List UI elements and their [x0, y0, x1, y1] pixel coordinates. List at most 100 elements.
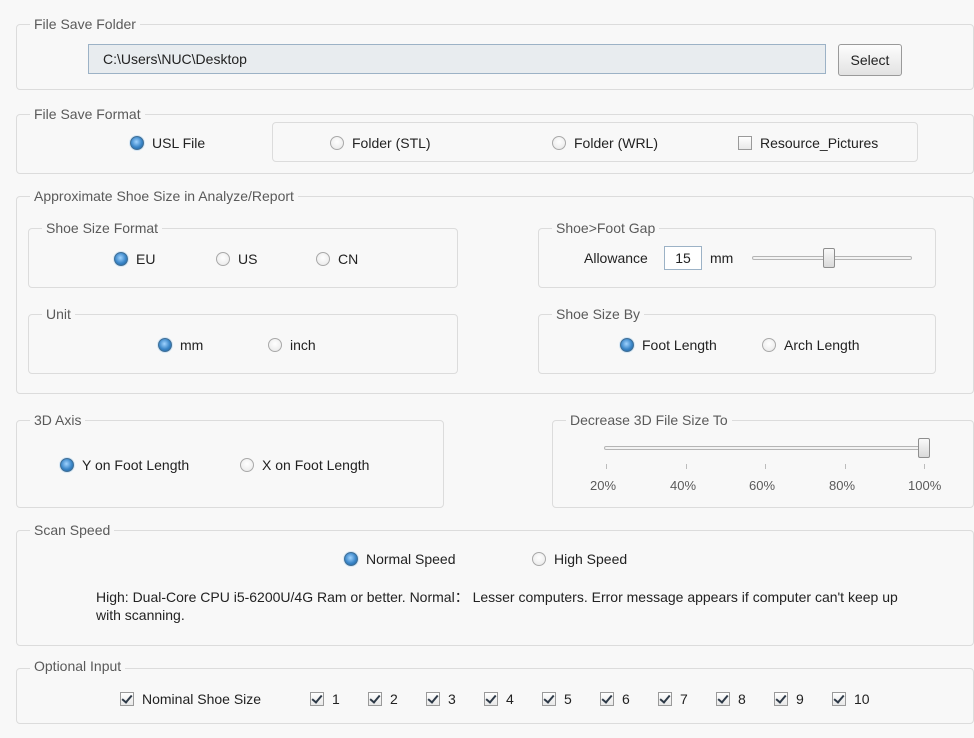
- unit-mm-label: mm: [180, 337, 204, 353]
- speed-high-label: High Speed: [554, 551, 628, 567]
- radio-unselected-icon: [552, 136, 566, 150]
- axis-y-radio[interactable]: Y on Foot Length: [60, 456, 189, 474]
- size-by-foot-length-label: Foot Length: [642, 337, 717, 353]
- size-4-checkbox[interactable]: 4: [484, 690, 514, 708]
- axis-y-label: Y on Foot Length: [82, 457, 190, 473]
- unit-legend: Unit: [42, 306, 75, 322]
- checkbox-checked-icon: [426, 692, 440, 706]
- speed-normal-radio[interactable]: Normal Speed: [344, 550, 456, 568]
- file-size-slider-track[interactable]: [604, 446, 930, 450]
- size-7-checkbox[interactable]: 7: [658, 690, 688, 708]
- file-size-slider-thumb[interactable]: [918, 438, 930, 458]
- file-save-folder-legend: File Save Folder: [30, 16, 140, 32]
- checkbox-checked-icon: [832, 692, 846, 706]
- format-usl-label: USL File: [152, 135, 206, 151]
- radio-unselected-icon: [532, 552, 546, 566]
- size-9-checkbox[interactable]: 9: [774, 690, 804, 708]
- select-folder-button[interactable]: Select: [838, 44, 902, 76]
- slider-tick-label: 40%: [670, 478, 697, 493]
- checkbox-checked-icon: [774, 692, 788, 706]
- size-3-checkbox[interactable]: 3: [426, 690, 456, 708]
- size-format-us-radio[interactable]: US: [216, 250, 257, 268]
- checkbox-checked-icon: [600, 692, 614, 706]
- checkbox-checked-icon: [542, 692, 556, 706]
- size-1-checkbox[interactable]: 1: [310, 690, 340, 708]
- radio-unselected-icon: [268, 338, 282, 352]
- size-10-checkbox[interactable]: 10: [832, 690, 870, 708]
- resource-pictures-checkbox[interactable]: Resource_Pictures: [738, 134, 878, 152]
- optional-input-label: 2: [390, 691, 398, 707]
- folder-path-field[interactable]: C:\Users\NUC\Desktop: [88, 44, 826, 74]
- size-8-checkbox[interactable]: 8: [716, 690, 746, 708]
- unit-inch-radio[interactable]: inch: [268, 336, 316, 354]
- format-stl-label: Folder (STL): [352, 135, 431, 151]
- file-save-format-legend: File Save Format: [30, 106, 145, 122]
- allowance-unit-label: mm: [710, 250, 734, 266]
- radio-unselected-icon: [216, 252, 230, 266]
- allowance-slider-thumb[interactable]: [823, 248, 835, 268]
- checkbox-checked-icon: [658, 692, 672, 706]
- checkbox-checked-icon: [484, 692, 498, 706]
- scan-speed-legend: Scan Speed: [30, 522, 115, 538]
- optional-input-label: 10: [854, 691, 870, 707]
- size-by-arch-length-radio[interactable]: Arch Length: [762, 336, 860, 354]
- radio-selected-icon: [60, 458, 74, 472]
- size-format-eu-radio[interactable]: EU: [114, 250, 155, 268]
- optional-input-label: 5: [564, 691, 572, 707]
- slider-tick-label: 60%: [749, 478, 776, 493]
- checkbox-checked-icon: [310, 692, 324, 706]
- slider-tick: [924, 464, 925, 469]
- format-wrl-radio[interactable]: Folder (WRL): [552, 134, 658, 152]
- axis-x-radio[interactable]: X on Foot Length: [240, 456, 369, 474]
- radio-unselected-icon: [316, 252, 330, 266]
- decrease-size-group: [552, 420, 974, 508]
- format-stl-radio[interactable]: Folder (STL): [330, 134, 431, 152]
- radio-selected-icon: [130, 136, 144, 150]
- checkbox-checked-icon: [716, 692, 730, 706]
- radio-selected-icon: [158, 338, 172, 352]
- shoe-size-by-group: [538, 314, 936, 374]
- optional-input-label: 6: [622, 691, 630, 707]
- optional-input-legend: Optional Input: [30, 658, 126, 674]
- allowance-label: Allowance: [584, 250, 648, 266]
- format-usl-radio[interactable]: USL File: [130, 134, 205, 152]
- optional-input-label: 7: [680, 691, 688, 707]
- unit-group: [28, 314, 458, 374]
- optional-input-label: 4: [506, 691, 514, 707]
- radio-selected-icon: [114, 252, 128, 266]
- size-2-checkbox[interactable]: 2: [368, 690, 398, 708]
- axis-3d-legend: 3D Axis: [30, 412, 86, 428]
- shoe-size-by-legend: Shoe Size By: [552, 306, 645, 322]
- resource-pictures-label: Resource_Pictures: [760, 135, 879, 151]
- size-5-checkbox[interactable]: 5: [542, 690, 572, 708]
- unit-inch-label: inch: [290, 337, 316, 353]
- size-format-cn-radio[interactable]: CN: [316, 250, 358, 268]
- speed-normal-label: Normal Speed: [366, 551, 456, 567]
- size-format-cn-label: CN: [338, 251, 359, 267]
- size-6-checkbox[interactable]: 6: [600, 690, 630, 708]
- optional-input-label: 8: [738, 691, 746, 707]
- slider-tick: [686, 464, 687, 469]
- slider-tick-label: 80%: [829, 478, 856, 493]
- slider-tick-label: 100%: [908, 478, 942, 493]
- slider-tick-label: 20%: [590, 478, 617, 493]
- size-by-arch-length-label: Arch Length: [784, 337, 860, 353]
- optional-input-label: 3: [448, 691, 456, 707]
- shoe-foot-gap-legend: Shoe>Foot Gap: [552, 220, 660, 236]
- slider-tick: [845, 464, 846, 469]
- checkbox-checked-icon: [120, 692, 134, 706]
- decrease-size-legend: Decrease 3D File Size To: [566, 412, 732, 428]
- checkbox-unchecked-icon: [738, 136, 752, 150]
- shoe-size-format-legend: Shoe Size Format: [42, 220, 163, 236]
- size-by-foot-length-radio[interactable]: Foot Length: [620, 336, 717, 354]
- format-wrl-label: Folder (WRL): [574, 135, 659, 151]
- speed-high-radio[interactable]: High Speed: [532, 550, 627, 568]
- unit-mm-radio[interactable]: mm: [158, 336, 203, 354]
- radio-unselected-icon: [762, 338, 776, 352]
- approx-shoe-size-legend: Approximate Shoe Size in Analyze/Report: [30, 188, 298, 204]
- nominal-shoe-size-checkbox[interactable]: Nominal Shoe Size: [120, 690, 261, 708]
- radio-selected-icon: [620, 338, 634, 352]
- allowance-input[interactable]: 15: [664, 246, 702, 270]
- optional-input-label: 1: [332, 691, 340, 707]
- checkbox-checked-icon: [368, 692, 382, 706]
